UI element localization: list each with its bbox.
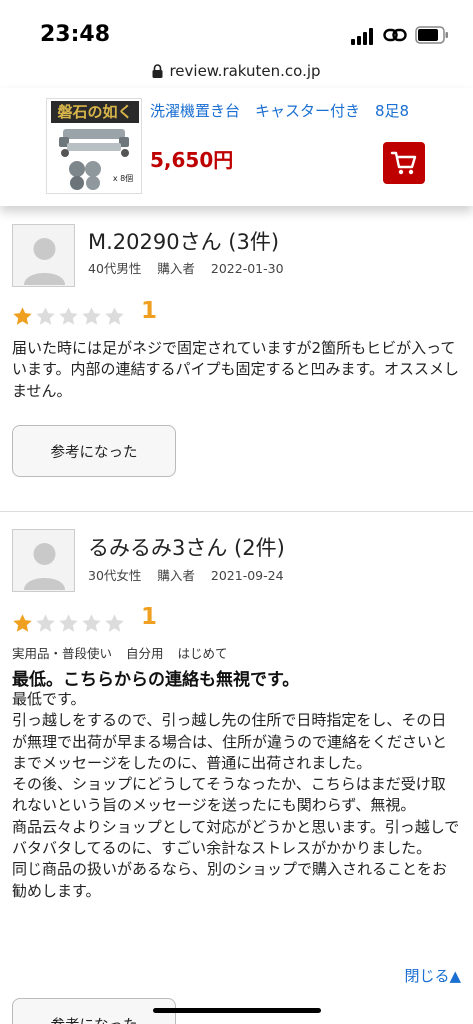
review-body-paragraph: 同じ商品の扱いがあるなら、別のショップで購入されることをお勧めします。	[12, 860, 448, 900]
usage-tag: 実用品・普段使い	[12, 646, 113, 661]
avatar	[12, 529, 75, 592]
star-rating	[12, 306, 125, 327]
star-empty-icon	[36, 307, 55, 325]
star-filled-icon	[13, 614, 32, 632]
default-user-icon	[24, 543, 65, 590]
cellular-signal-icon	[351, 27, 377, 45]
usage-tags: 実用品・普段使い 自分用 はじめて	[12, 643, 238, 662]
divider	[0, 511, 473, 512]
rating-number: 1	[141, 298, 158, 324]
reviewer-demographic: 30代女性	[88, 568, 142, 583]
usage-tag: はじめて	[177, 646, 228, 661]
usage-tag: 自分用	[126, 646, 164, 661]
personal-hotspot-icon	[383, 28, 407, 42]
product-image[interactable]: 磐石の如く x 8個	[46, 98, 142, 194]
url-text: review.rakuten.co.jp	[169, 62, 321, 80]
product-image-caption: 磐石の如く	[56, 103, 132, 121]
buyer-label: 購入者	[157, 568, 195, 583]
review-body: 届いた時には足がネジで固定されていますが2箇所もヒビが入っています。内部の連結す…	[12, 338, 460, 402]
star-empty-icon	[82, 307, 101, 325]
star-empty-icon	[82, 614, 101, 632]
product-price: 5,650円	[150, 148, 234, 172]
reviewer-name[interactable]: るみるみ3さん (2件)	[88, 532, 285, 562]
lock-icon	[152, 64, 163, 78]
cart-icon	[390, 151, 417, 175]
rating-number: 1	[141, 604, 158, 630]
helpful-button[interactable]: 参考になった	[12, 425, 176, 477]
reviewer-name[interactable]: M.20290さん (3件)	[88, 226, 279, 256]
reviewer-meta: 40代男性 購入者 2022-01-30	[88, 258, 296, 277]
star-empty-icon	[59, 307, 78, 325]
status-bar: 23:48	[0, 0, 473, 60]
product-header: 磐石の如く x 8個 洗濯機置き台 キャスター付き 8足8 5,650円	[0, 88, 473, 206]
review-date: 2022-01-30	[210, 261, 284, 276]
review-date: 2021-09-24	[210, 568, 284, 583]
avatar	[12, 224, 75, 287]
address-bar[interactable]: review.rakuten.co.jp	[0, 58, 473, 88]
collapse-review-link[interactable]: 閉じる▲	[404, 965, 461, 986]
review-body: 最低です。 引っ越しをするので、引っ越し先の住所で日時指定をし、その日が無理で出…	[12, 689, 460, 902]
status-time: 23:48	[40, 22, 111, 47]
default-user-icon	[24, 238, 65, 285]
star-empty-icon	[105, 614, 124, 632]
star-filled-icon	[13, 307, 32, 325]
product-image-sub: x 8個	[113, 173, 133, 183]
star-empty-icon	[105, 307, 124, 325]
add-to-cart-button[interactable]	[383, 142, 425, 184]
reviewer-demographic: 40代男性	[88, 261, 142, 276]
review-title: 最低。こちらからの連絡も無視です。	[12, 670, 300, 690]
review-body-paragraph: 最低です。	[12, 690, 86, 708]
star-rating	[12, 613, 125, 634]
helpful-button[interactable]: 参考になった	[12, 998, 176, 1024]
product-title-link[interactable]: 洗濯機置き台 キャスター付き 8足8	[150, 100, 409, 121]
review-body-paragraph: 商品云々よりショップとして対応がどうかと思います。引っ越しでバタバタしてるのに、…	[12, 817, 460, 858]
star-empty-icon	[36, 614, 55, 632]
reviewer-meta: 30代女性 購入者 2021-09-24	[88, 565, 296, 584]
home-indicator[interactable]	[153, 1008, 321, 1013]
battery-icon	[415, 26, 448, 44]
review-body-paragraph: 届いた時には足がネジで固定されていますが2箇所もヒビが入っています。内部の連結す…	[12, 339, 460, 400]
buyer-label: 購入者	[157, 261, 195, 276]
review-body-paragraph: その後、ショップにどうしてそうなったか、こちらはまだ受け取れないという旨のメッセ…	[12, 775, 446, 815]
star-empty-icon	[59, 614, 78, 632]
review-body-paragraph: 引っ越しをするので、引っ越し先の住所で日時指定をし、その日が無理で出荷が早まる場…	[12, 711, 448, 772]
